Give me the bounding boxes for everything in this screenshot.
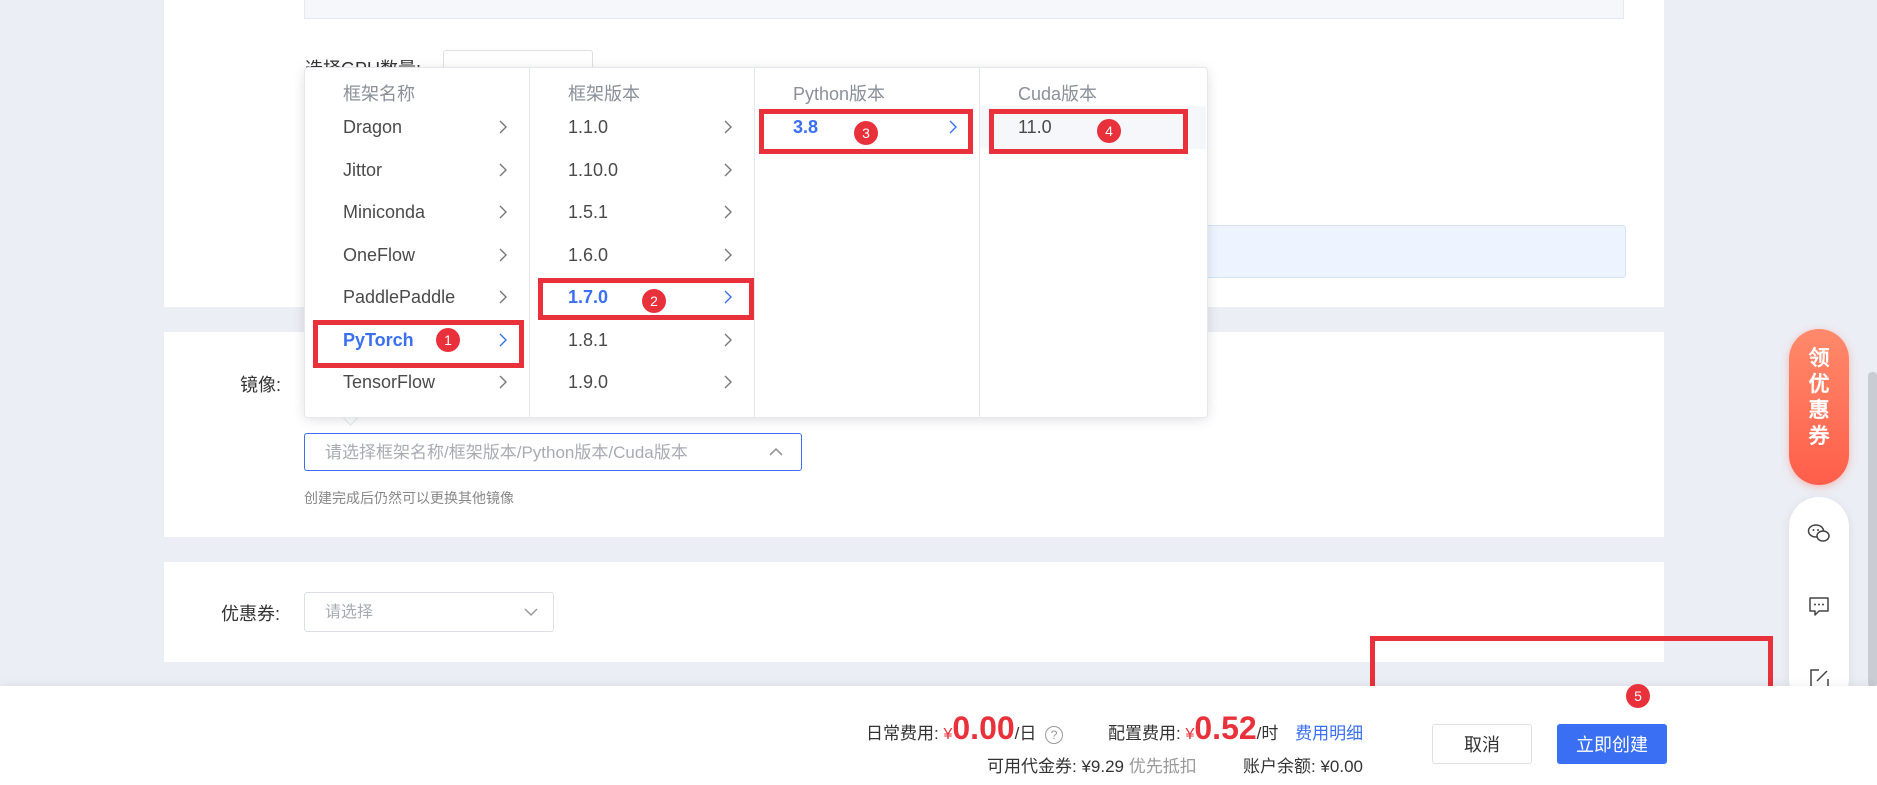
chevron-right-icon bbox=[499, 375, 507, 389]
cascader-option-paddlepaddle[interactable]: PaddlePaddle bbox=[305, 276, 529, 319]
page-scrollbar[interactable] bbox=[1868, 372, 1877, 687]
option-label: TensorFlow bbox=[343, 372, 436, 392]
coupon-char: 领 bbox=[1808, 347, 1830, 370]
option-label: 1.6.0 bbox=[568, 244, 609, 265]
chevron-right-icon bbox=[724, 120, 732, 134]
cascader-option-version[interactable]: 1.8.1 bbox=[530, 319, 754, 362]
annotation-badge-1: 1 bbox=[436, 328, 460, 352]
balance-value: ¥0.00 bbox=[1320, 757, 1364, 776]
config-fee-unit: /时 bbox=[1256, 724, 1279, 743]
cascader-option-oneflow[interactable]: OneFlow bbox=[305, 234, 529, 277]
cascader-col-version: 框架版本 1.1.0 1.10.0 1.5.1 1.6.0 1.7.0 1.8.… bbox=[530, 68, 755, 417]
cascader-col-cuda: Cuda版本 11.0 bbox=[980, 68, 1206, 417]
coupon-char: 券 bbox=[1808, 425, 1830, 448]
annotation-badge-2: 2 bbox=[642, 289, 666, 313]
cascader-option-miniconda[interactable]: Miniconda bbox=[305, 191, 529, 234]
balance-label: 账户余额: bbox=[1243, 757, 1316, 776]
mirror-cascader-panel: 框架名称 Dragon Jittor Miniconda OneFlow Pad… bbox=[304, 67, 1208, 418]
config-fee-value: 0.52 bbox=[1194, 710, 1257, 746]
daily-fee-value: 0.00 bbox=[952, 710, 1015, 746]
cascader-col-header: Python版本 bbox=[793, 84, 886, 104]
annotation-badge-5: 5 bbox=[1626, 684, 1650, 708]
chevron-down-icon bbox=[524, 608, 538, 617]
chevron-right-icon bbox=[949, 120, 957, 134]
voucher-label: 可用代金券: bbox=[987, 757, 1077, 776]
help-icon[interactable]: ? bbox=[1045, 725, 1064, 744]
option-label: PyTorch bbox=[343, 329, 414, 350]
chevron-right-icon bbox=[499, 333, 507, 346]
chevron-up-icon bbox=[769, 447, 783, 456]
cascader-option-version[interactable]: 1.1.0 bbox=[530, 106, 754, 149]
chevron-right-icon bbox=[724, 290, 732, 304]
cascader-col-header: 框架名称 bbox=[343, 84, 415, 104]
float-toolbar bbox=[1789, 497, 1849, 709]
create-now-button[interactable]: 立即创建 bbox=[1557, 724, 1667, 764]
cancel-button[interactable]: 取消 bbox=[1432, 724, 1532, 764]
coupon-char: 优 bbox=[1808, 373, 1830, 396]
daily-fee-label: 日常费用: bbox=[866, 724, 939, 743]
cascader-option-dragon[interactable]: Dragon bbox=[305, 106, 529, 149]
chevron-right-icon bbox=[724, 205, 732, 219]
option-label: Jittor bbox=[343, 159, 383, 180]
config-panel bbox=[304, 0, 1624, 19]
get-coupon-float-button[interactable]: 领 优 惠 券 bbox=[1789, 329, 1849, 485]
chevron-right-icon bbox=[724, 163, 732, 176]
chevron-right-icon bbox=[499, 120, 507, 134]
wechat-icon[interactable] bbox=[1807, 521, 1831, 545]
option-label: 1.7.0 bbox=[568, 287, 609, 307]
option-label: PaddlePaddle bbox=[343, 287, 456, 307]
option-label: 3.8 bbox=[793, 117, 819, 137]
cascader-option-jittor[interactable]: Jittor bbox=[305, 149, 529, 192]
mirror-cascader-input[interactable] bbox=[304, 433, 802, 472]
option-label: OneFlow bbox=[343, 244, 416, 265]
annotation-badge-3: 3 bbox=[854, 121, 878, 145]
cascader-option-version[interactable]: 1.6.0 bbox=[530, 234, 754, 277]
cascader-option-tensorflow[interactable]: TensorFlow bbox=[305, 361, 529, 404]
option-label: 11.0 bbox=[1018, 117, 1052, 137]
option-label: 1.10.0 bbox=[568, 159, 619, 180]
cascader-option-version[interactable]: 1.10.0 bbox=[530, 149, 754, 192]
option-label: Miniconda bbox=[343, 202, 426, 222]
voucher-value: ¥9.29 bbox=[1081, 757, 1125, 776]
chevron-right-icon bbox=[724, 375, 732, 389]
cascader-col-header: 框架版本 bbox=[568, 84, 640, 104]
option-label: 1.8.1 bbox=[568, 329, 609, 350]
coupon-select[interactable] bbox=[304, 592, 554, 633]
message-icon[interactable] bbox=[1807, 594, 1831, 618]
daily-fee-unit: /日 bbox=[1014, 724, 1037, 743]
config-fee: 配置费用: ¥0.52/时 费用明细 bbox=[1108, 710, 1363, 747]
mirror-input[interactable] bbox=[323, 434, 747, 472]
coupon-input[interactable] bbox=[323, 593, 517, 633]
fee-detail-link[interactable]: 费用明细 bbox=[1295, 724, 1363, 743]
cascader-col-header: Cuda版本 bbox=[1018, 84, 1098, 104]
cascader-option-version[interactable]: 1.9.0 bbox=[530, 361, 754, 404]
option-label: Dragon bbox=[343, 117, 403, 137]
annotation-badge-4: 4 bbox=[1097, 119, 1121, 143]
chevron-right-icon bbox=[499, 205, 507, 219]
cascader-col-framework: 框架名称 Dragon Jittor Miniconda OneFlow Pad… bbox=[305, 68, 530, 417]
cascader-option-version[interactable]: 1.5.1 bbox=[530, 191, 754, 234]
chevron-right-icon bbox=[499, 290, 507, 304]
voucher-info: 可用代金券: ¥9.29 优先抵扣 bbox=[987, 752, 1197, 777]
bottom-bar: 日常费用: ¥0.00/日 ? 配置费用: ¥0.52/时 费用明细 可用代金券… bbox=[0, 686, 1877, 785]
chevron-right-icon bbox=[499, 163, 507, 176]
chevron-right-icon bbox=[724, 248, 732, 261]
mirror-hint: 创建完成后仍然可以更换其他镜像 bbox=[304, 490, 514, 506]
voucher-note: 优先抵扣 bbox=[1128, 757, 1197, 776]
float-spacer bbox=[1789, 329, 1849, 346]
chevron-right-icon bbox=[499, 248, 507, 261]
info-banner bbox=[1180, 225, 1626, 278]
cascader-option-pytorch[interactable]: PyTorch bbox=[305, 319, 529, 362]
option-label: 1.5.1 bbox=[568, 202, 609, 222]
coupon-char: 惠 bbox=[1808, 399, 1830, 422]
option-label: 1.1.0 bbox=[568, 117, 609, 137]
balance-info: 账户余额: ¥0.00 bbox=[1243, 752, 1363, 777]
chevron-right-icon bbox=[724, 333, 732, 346]
daily-fee: 日常费用: ¥0.00/日 ? bbox=[866, 710, 1064, 747]
option-label: 1.9.0 bbox=[568, 372, 609, 392]
config-fee-label: 配置费用: bbox=[1108, 724, 1181, 743]
mirror-label: 镜像: bbox=[240, 375, 282, 395]
coupon-label: 优惠券: bbox=[221, 604, 281, 624]
cascader-option-cuda[interactable]: 11.0 bbox=[980, 106, 1206, 149]
